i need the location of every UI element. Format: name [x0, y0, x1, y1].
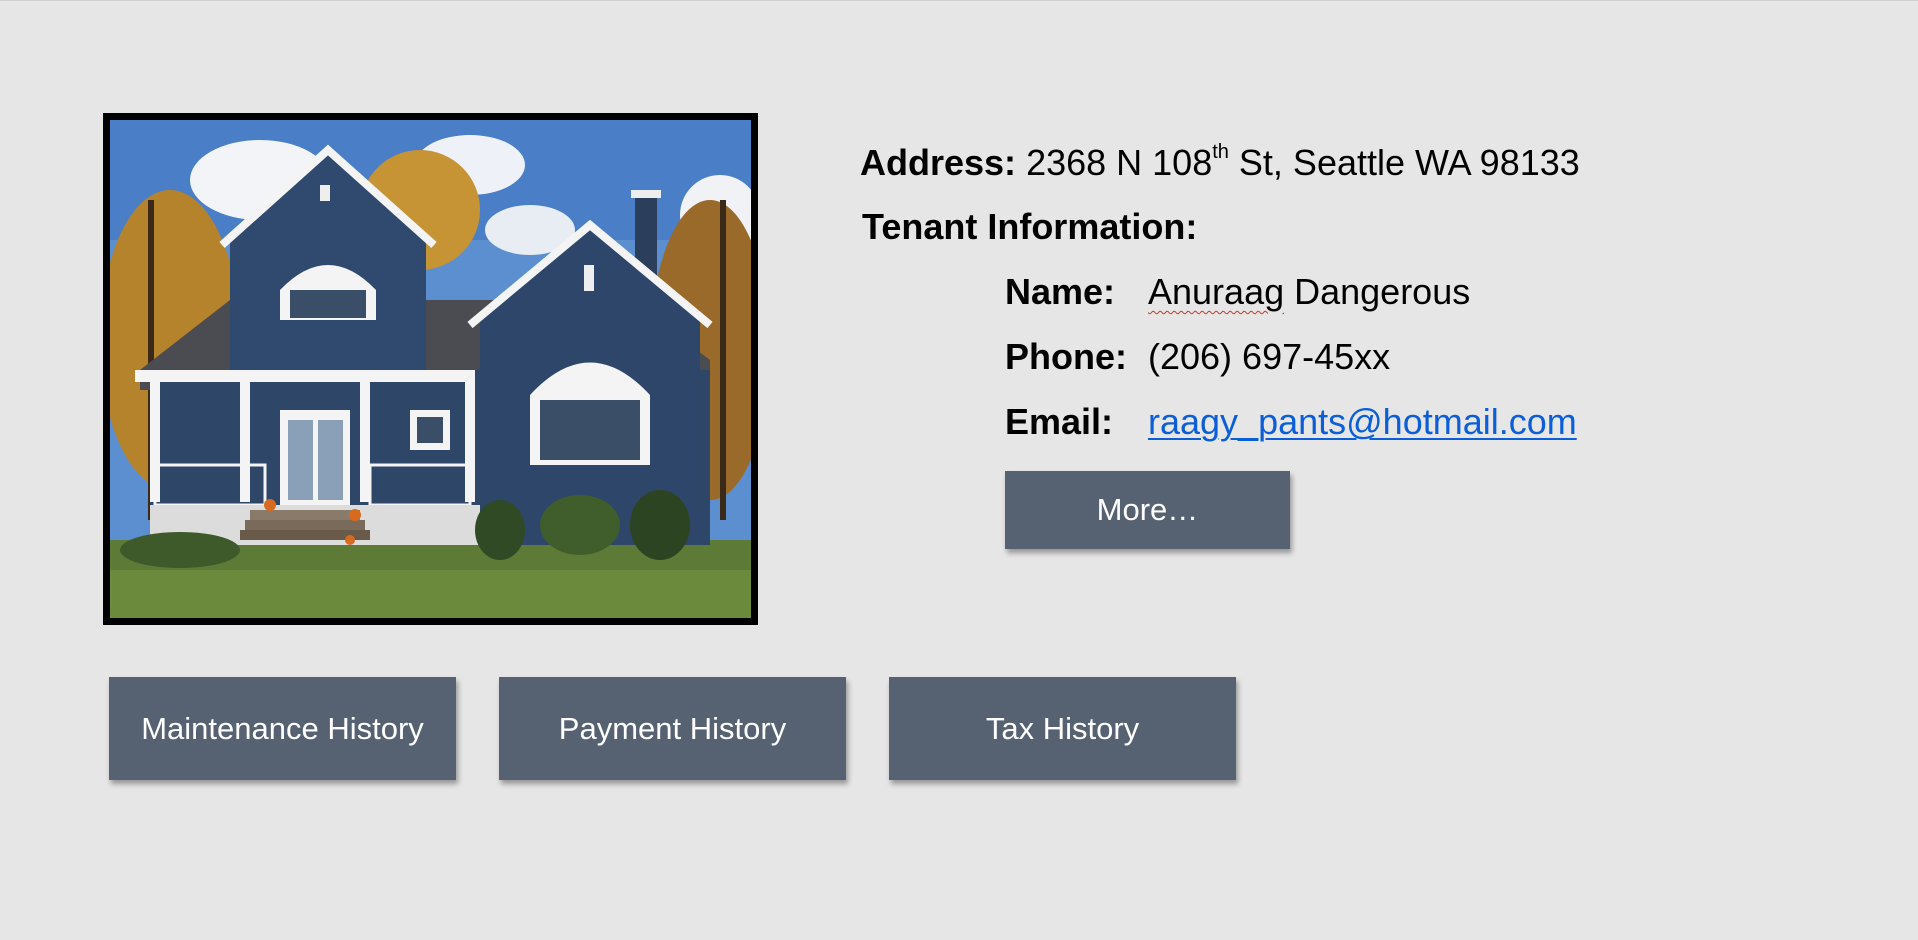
tenant-phone-label: Phone:	[1005, 336, 1127, 377]
tenant-phone-value: (206) 697-45xx	[1148, 336, 1391, 377]
tenant-section-label: Tenant Information:	[862, 206, 1198, 247]
tenant-email-label: Email:	[1005, 401, 1114, 442]
address-value: 2368 N 108th St, Seattle WA 98133	[1026, 141, 1580, 183]
tax-history-button[interactable]: Tax History	[889, 677, 1236, 780]
address-label: Address:	[860, 142, 1017, 183]
address-row: Address: 2368 N 108th St, Seattle WA 981…	[860, 141, 1580, 183]
property-photo	[103, 113, 758, 625]
payment-history-button[interactable]: Payment History	[499, 677, 846, 780]
tenant-email-link[interactable]: raagy_pants@hotmail.com	[1148, 402, 1577, 442]
tenant-name-row: Name: Anuraag Dangerous	[1005, 271, 1470, 312]
tenant-phone-row: Phone: (206) 697-45xx	[1005, 336, 1390, 377]
maintenance-history-button[interactable]: Maintenance History	[109, 677, 456, 780]
more-button[interactable]: More…	[1005, 471, 1290, 549]
tenant-name-label: Name:	[1005, 271, 1116, 312]
tenant-email-row: Email: raagy_pants@hotmail.com	[1005, 401, 1577, 442]
tenant-name-value: Anuraag Dangerous	[1148, 271, 1471, 312]
top-divider	[0, 0, 1918, 1]
